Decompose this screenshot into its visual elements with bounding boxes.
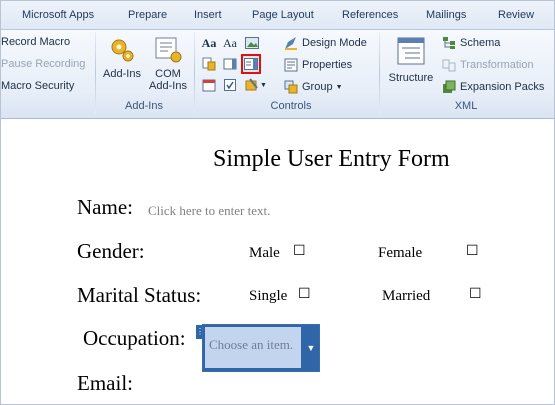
- com-addins-button[interactable]: COM Add-Ins: [147, 36, 189, 92]
- design-mode-icon: [285, 37, 297, 50]
- tab-insert[interactable]: Insert: [194, 9, 222, 21]
- legacy-tools-icon: [245, 78, 258, 91]
- single-label: Single: [249, 288, 288, 304]
- occupation-label: Occupation:: [83, 326, 186, 350]
- building-block-control-button[interactable]: [201, 56, 217, 72]
- dropdown-list-control-button[interactable]: [241, 54, 261, 74]
- document-page: Simple User Entry Form Name: Click here …: [1, 119, 554, 404]
- single-checkbox[interactable]: ☐: [298, 286, 311, 302]
- gender-label: Gender:: [77, 239, 145, 263]
- legacy-tools-button[interactable]: ▼: [243, 77, 269, 93]
- tab-references[interactable]: References: [342, 9, 398, 21]
- com-addins-icon: [155, 37, 182, 63]
- group-separator: [95, 32, 96, 114]
- rich-text-control-button[interactable]: Aa: [201, 35, 217, 51]
- pause-recording-button[interactable]: Pause Recording: [1, 58, 85, 70]
- tab-page-layout[interactable]: Page Layout: [252, 9, 314, 21]
- occupation-dropdown[interactable]: ⋮ Choose an item. ▼: [196, 324, 320, 372]
- group-button[interactable]: Group ▼: [284, 80, 343, 94]
- tab-review[interactable]: Review: [498, 9, 534, 21]
- married-checkbox[interactable]: ☐: [469, 286, 482, 302]
- date-picker-control-button[interactable]: [201, 77, 217, 93]
- picture-control-button[interactable]: [244, 35, 260, 51]
- picture-icon: [245, 37, 259, 49]
- female-label: Female: [378, 245, 423, 261]
- structure-button[interactable]: Structure: [385, 36, 437, 84]
- group-icon: [284, 80, 298, 94]
- calendar-icon: [202, 79, 216, 92]
- properties-button[interactable]: Properties: [284, 58, 352, 72]
- document-title: Simple User Entry Form: [213, 146, 450, 172]
- chevron-down-icon: ▼: [335, 83, 343, 91]
- chevron-down-icon[interactable]: ▼: [303, 325, 319, 371]
- expansion-packs-icon: [443, 80, 456, 93]
- checkbox-control-button[interactable]: [222, 77, 238, 93]
- design-mode-button[interactable]: Design Mode: [284, 36, 367, 50]
- married-label: Married: [382, 288, 431, 304]
- addins-button[interactable]: Add-Ins: [101, 36, 143, 80]
- dropdown-list-icon: [244, 58, 258, 70]
- group-separator: [194, 32, 195, 114]
- tab-mailings[interactable]: Mailings: [426, 9, 466, 21]
- group-separator: [379, 32, 380, 114]
- structure-icon: [397, 37, 425, 65]
- controls-group-label: Controls: [270, 100, 312, 112]
- plain-text-control-button[interactable]: Aa: [222, 35, 238, 51]
- transformation-button[interactable]: Transformation: [442, 58, 534, 72]
- male-checkbox[interactable]: ☐: [293, 243, 306, 259]
- content-control-handle-icon[interactable]: ⋮: [196, 325, 204, 339]
- combo-box-control-button[interactable]: [222, 56, 238, 72]
- building-block-icon: [202, 57, 216, 71]
- occupation-dropdown-value[interactable]: Choose an item.: [205, 327, 301, 368]
- marital-status-label: Marital Status:: [77, 283, 202, 307]
- combo-box-icon: [223, 58, 237, 70]
- properties-icon: [284, 58, 298, 72]
- schema-button[interactable]: Schema: [442, 36, 500, 50]
- ribbon: Record Macro Pause Recording Macro Secur…: [1, 30, 554, 119]
- email-label: Email:: [77, 371, 133, 395]
- tab-microsoft-apps[interactable]: Microsoft Apps: [22, 9, 94, 21]
- word-window: Microsoft Apps Prepare Insert Page Layou…: [0, 0, 555, 405]
- male-label: Male: [249, 245, 280, 261]
- addins-group-label: Add-Ins: [125, 100, 163, 112]
- gear-icon: [111, 39, 134, 62]
- checkbox-icon: [224, 79, 236, 91]
- chevron-down-icon: ▼: [260, 81, 267, 89]
- macro-security-button[interactable]: Macro Security: [1, 80, 74, 92]
- transformation-icon: [442, 59, 456, 72]
- name-text-field[interactable]: Click here to enter text.: [148, 203, 270, 219]
- ribbon-tabs: Microsoft Apps Prepare Insert Page Layou…: [1, 1, 554, 30]
- xml-group-label: XML: [454, 100, 478, 112]
- expansion-packs-button[interactable]: Expansion Packs: [442, 80, 544, 94]
- name-label: Name:: [77, 195, 133, 219]
- schema-icon: [443, 37, 455, 49]
- female-checkbox[interactable]: ☐: [466, 243, 479, 259]
- record-macro-button[interactable]: Record Macro: [1, 36, 70, 48]
- tab-prepare[interactable]: Prepare: [128, 9, 167, 21]
